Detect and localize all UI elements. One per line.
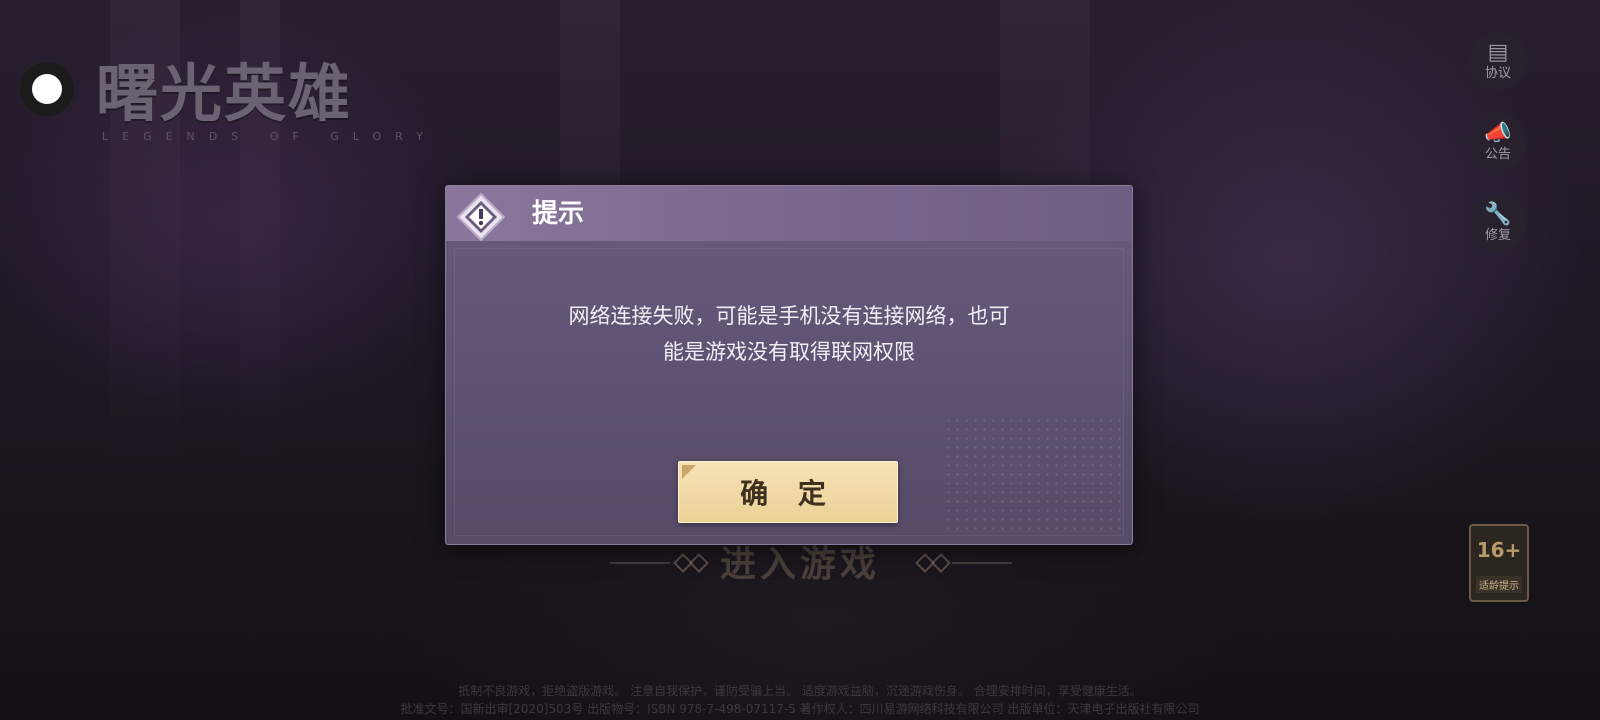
logo-title: 曙光英雄 (96, 57, 353, 130)
age-rating-value: 16+ (1476, 538, 1522, 562)
repair-label: 修复 (1484, 227, 1511, 243)
agreement-button[interactable]: ▤ 协议 (1469, 32, 1527, 90)
confirm-button[interactable]: 确 定 (678, 461, 898, 523)
warning-icon (456, 192, 506, 242)
wrench-icon: 🔧 (1484, 201, 1512, 227)
announcement-button[interactable]: 📣 公告 (1469, 113, 1527, 171)
confirm-button-label: 确 定 (740, 477, 836, 510)
dialog-title: 提示 (532, 199, 585, 229)
footer-license: 批准文号：国新出审[2020]503号 出版物号：ISBN 978-7-498-… (400, 702, 1200, 716)
record-indicator[interactable] (20, 62, 74, 116)
announcement-label: 公告 (1484, 146, 1511, 162)
dialog-dot-pattern (944, 416, 1124, 536)
dialog-message: 网络连接失败，可能是手机没有连接网络，也可 能是游戏没有取得联网权限 (506, 298, 1072, 370)
age-rating-label: 适龄提示 (1476, 576, 1522, 593)
footer-notice: 抵制不良游戏，拒绝盗版游戏。 注意自我保护，谨防受骗上当。 适度游戏益脑，沉迷游… (458, 684, 1142, 698)
logo-subtitle: LEGENDS OF GLORY (102, 130, 437, 143)
button-corner-ornament (682, 465, 696, 479)
game-launcher-screen: 曙光英雄 LEGENDS OF GLORY ▤ 协议 📣 公告 🔧 修复 16+… (0, 0, 1600, 720)
network-error-dialog: 提示 网络连接失败，可能是手机没有连接网络，也可 能是游戏没有取得联网权限 确 … (445, 185, 1133, 545)
document-icon: ▤ (1487, 39, 1509, 65)
repair-button[interactable]: 🔧 修复 (1469, 194, 1527, 252)
dialog-message-line: 能是游戏没有取得联网权限 (663, 340, 915, 364)
game-logo: 曙光英雄 LEGENDS OF GLORY (92, 57, 423, 148)
enter-divider-right (952, 562, 1012, 564)
dialog-message-line: 网络连接失败，可能是手机没有连接网络，也可 (568, 304, 1010, 328)
agreement-label: 协议 (1484, 65, 1511, 81)
enter-divider-left (610, 562, 670, 564)
megaphone-icon: 📣 (1484, 120, 1512, 146)
age-rating-badge[interactable]: 16+ 适龄提示 (1469, 524, 1529, 602)
